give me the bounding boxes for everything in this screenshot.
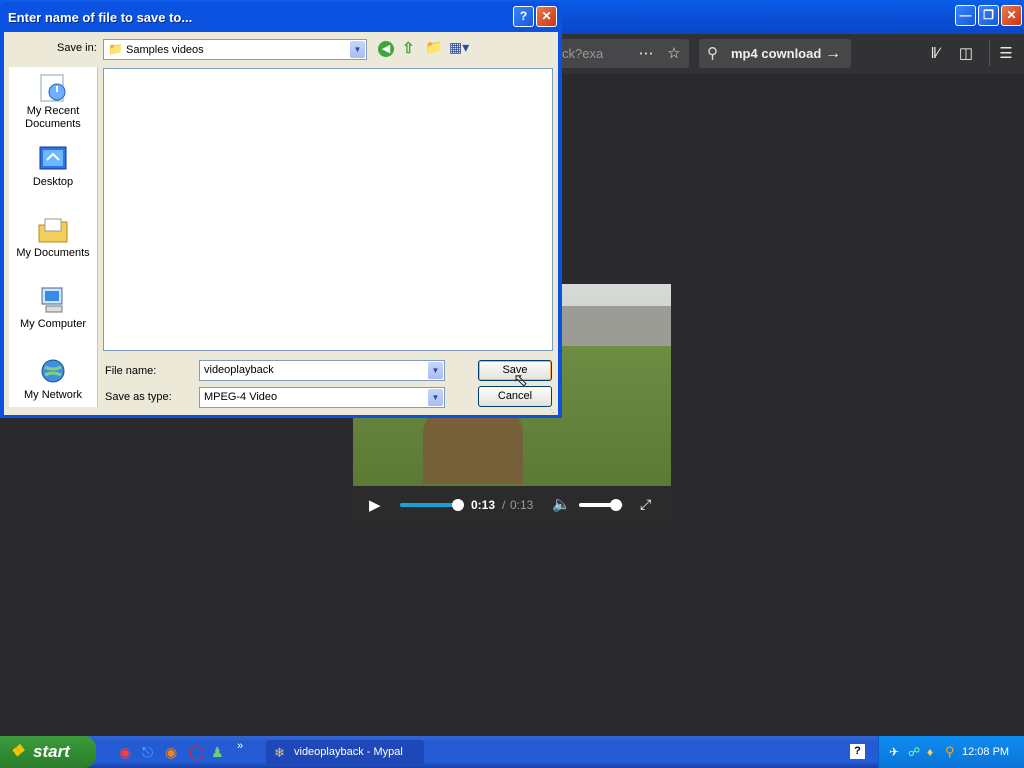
- my-computer-icon: [37, 286, 69, 316]
- shield-tray-icon[interactable]: ♦: [927, 745, 933, 759]
- task-label: videoplayback - Mypal: [294, 746, 403, 758]
- dialog-close-button[interactable]: ✕: [536, 6, 557, 27]
- new-folder-icon[interactable]: 📁: [425, 39, 442, 56]
- chevron-more-icon[interactable]: »: [237, 740, 243, 752]
- connection-tray-icon[interactable]: ☍: [908, 745, 920, 759]
- clock: 12:08 PM: [962, 746, 1010, 758]
- save-in-combo[interactable]: 📁 Samples videos ▼: [103, 39, 367, 60]
- file-list[interactable]: [103, 68, 553, 351]
- toolbar-divider: [989, 40, 990, 66]
- time-separator: /: [502, 498, 506, 512]
- volume-track[interactable]: [579, 499, 623, 511]
- progress-fill: [400, 503, 458, 507]
- start-label: start: [33, 742, 70, 761]
- volume-knob[interactable]: [610, 499, 623, 511]
- save-in-value: Samples videos: [126, 44, 204, 56]
- video-controls: ▶ 0:13 / 0:13 🔈 ⤢: [353, 486, 671, 524]
- menu-icon[interactable]: ☰: [995, 39, 1017, 68]
- file-name-field[interactable]: videoplayback ▼: [199, 360, 445, 381]
- arrow-right-icon[interactable]: →: [825, 39, 841, 68]
- progress-track[interactable]: [400, 499, 464, 511]
- search-text: mp4 cownload: [731, 46, 822, 61]
- page-actions-icon[interactable]: ⋯: [636, 39, 656, 68]
- bookmark-star-icon[interactable]: ☆: [664, 39, 684, 68]
- chevron-down-icon[interactable]: ▼: [428, 362, 443, 379]
- dialog-body: Save in: 📁 Samples videos ▼ ◀ ⇧ 📁 ▦▾ My …: [4, 32, 558, 415]
- taskbar: [0, 736, 1024, 768]
- start-button[interactable]: ❖ start: [0, 736, 96, 768]
- duration: 0:13: [510, 498, 534, 512]
- library-icon[interactable]: ‖∕: [924, 39, 946, 68]
- windows-logo-icon: ❖: [10, 743, 25, 760]
- place-desktop[interactable]: Desktop: [9, 144, 97, 189]
- internet-explorer-icon[interactable]: ⎋: [142, 744, 153, 761]
- mypal-icon: ❄: [274, 745, 285, 760]
- place-label: My Recent Documents: [25, 105, 81, 130]
- sidebar-icon[interactable]: ◫: [955, 39, 977, 68]
- save-as-type-combo[interactable]: MPEG-4 Video ▼: [199, 387, 445, 408]
- place-label: My Documents: [16, 247, 90, 259]
- file-name-value: videoplayback: [204, 364, 274, 376]
- save-in-label: Save in:: [57, 42, 97, 54]
- minimize-button[interactable]: —: [955, 5, 976, 26]
- mouse-cursor-icon: ⬁: [513, 370, 529, 390]
- fullscreen-icon[interactable]: ⤢: [640, 496, 651, 513]
- my-network-icon: [37, 357, 69, 387]
- opera-icon[interactable]: ◯: [189, 744, 205, 761]
- place-label: Desktop: [32, 176, 74, 188]
- close-window-button[interactable]: ✕: [1001, 5, 1022, 26]
- recent-documents-icon: [37, 73, 69, 103]
- folder-icon: 📁: [108, 42, 123, 56]
- place-my-computer[interactable]: My Computer: [9, 286, 97, 331]
- save-dialog: Enter name of file to save to... ? ✕ Sav…: [0, 2, 562, 418]
- place-my-documents[interactable]: My Documents: [9, 215, 97, 260]
- progress-knob[interactable]: [452, 499, 464, 511]
- url-text: ck?exa: [562, 46, 604, 61]
- help-tray-icon[interactable]: ?: [850, 744, 865, 759]
- volume-icon[interactable]: 🔈: [552, 495, 571, 513]
- place-label: My Computer: [19, 318, 87, 330]
- chevron-down-icon[interactable]: ▼: [428, 389, 443, 406]
- restore-button[interactable]: ❐: [978, 5, 999, 26]
- chevron-down-icon[interactable]: ▼: [350, 41, 365, 58]
- search-bar[interactable]: ⚲ mp4 cownload →: [699, 39, 851, 68]
- help-button[interactable]: ?: [513, 6, 534, 27]
- place-label: My Network: [23, 389, 83, 401]
- play-icon[interactable]: ▶: [369, 496, 381, 514]
- back-icon[interactable]: ◀: [378, 41, 394, 57]
- dialog-title: Enter name of file to save to...: [8, 10, 193, 25]
- firefox-icon[interactable]: ◉: [165, 744, 177, 761]
- save-as-type-label: Save as type:: [105, 391, 172, 403]
- current-time: 0:13: [471, 498, 496, 512]
- chrome-icon[interactable]: ◉: [119, 744, 131, 761]
- view-menu-icon[interactable]: ▦▾: [449, 39, 469, 56]
- place-recent-documents[interactable]: My Recent Documents: [9, 73, 97, 131]
- desktop-icon: [37, 144, 69, 174]
- place-my-network[interactable]: My Network: [9, 357, 97, 402]
- search-tray-icon[interactable]: ⚲: [945, 744, 955, 760]
- my-documents-icon: [37, 215, 69, 245]
- messenger-icon[interactable]: ♟: [211, 744, 224, 761]
- video-frame-building: [558, 306, 671, 346]
- resize-grip-icon[interactable]: ⋱: [546, 404, 555, 415]
- network-tray-icon[interactable]: ✈: [889, 745, 899, 759]
- up-folder-icon[interactable]: ⇧: [402, 39, 415, 57]
- search-icon: ⚲: [707, 45, 718, 62]
- taskbar-item-videoplayback[interactable]: ❄ videoplayback - Mypal: [266, 740, 424, 765]
- file-name-label: File name:: [105, 365, 157, 377]
- places-bar: My Recent Documents Desktop My Documents…: [9, 67, 98, 407]
- save-as-type-value: MPEG-4 Video: [204, 391, 278, 403]
